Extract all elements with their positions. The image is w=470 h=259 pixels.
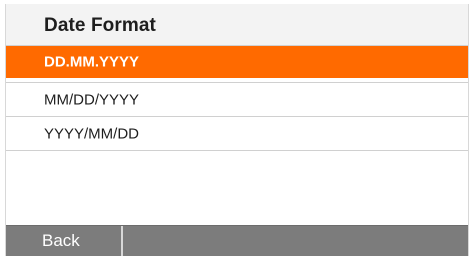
date-format-list: DD.MM.YYYY MM/DD/YYYY YYYY/MM/DD (6, 46, 468, 151)
option-label: DD.MM.YYYY (44, 53, 140, 71)
date-format-screen: Date Format DD.MM.YYYY MM/DD/YYYY YYYY/M… (5, 4, 469, 256)
date-format-option-dd-mm-yyyy[interactable]: DD.MM.YYYY (6, 46, 468, 78)
option-label: MM/DD/YYYY (44, 91, 140, 108)
header-bar: Date Format (6, 4, 468, 46)
back-button[interactable]: Back (6, 226, 123, 256)
page-title: Date Format (44, 15, 156, 36)
back-button-label: Back (42, 231, 80, 250)
date-format-option-yyyy-mm-dd[interactable]: YYYY/MM/DD (6, 117, 468, 151)
date-format-option-mm-dd-yyyy[interactable]: MM/DD/YYYY (6, 83, 468, 117)
option-label: YYYY/MM/DD (44, 125, 140, 142)
footer-bar: Back (6, 225, 468, 256)
